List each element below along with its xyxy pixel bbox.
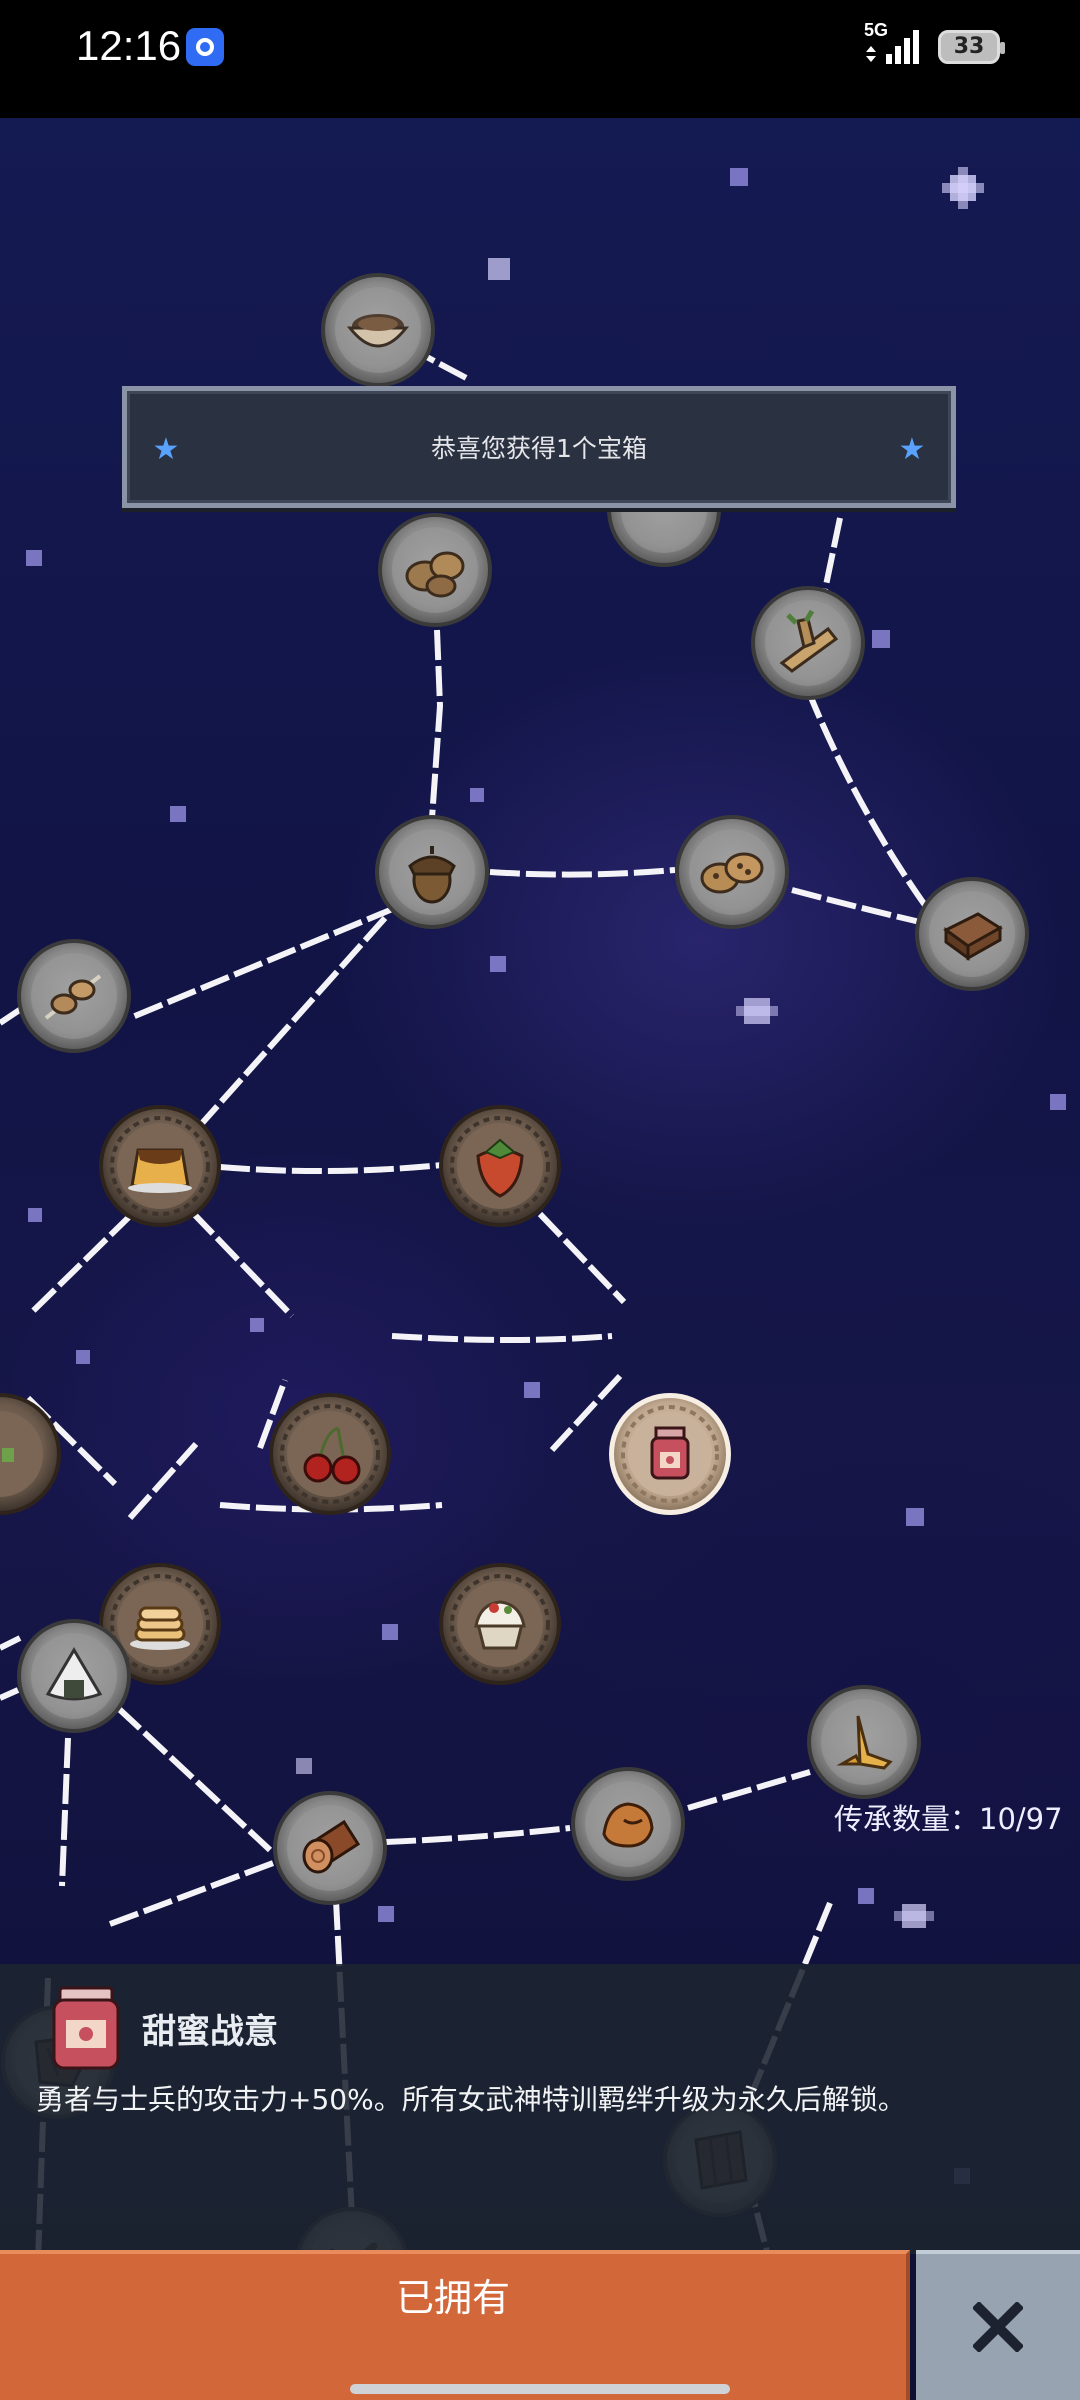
reward-notice-banner: ★ 恭喜您获得1个宝箱 ★: [122, 386, 956, 508]
node-pudding[interactable]: [99, 1105, 221, 1227]
status-bar: 12:16 5G 33: [0, 0, 1080, 118]
legacy-tree-view[interactable]: ★ 恭喜您获得1个宝箱 ★ 传承数量：10/97 甜蜜战意 勇者与士兵的攻击力+…: [0, 118, 1080, 2400]
home-indicator[interactable]: [350, 2384, 730, 2394]
node-cream-cake[interactable]: [439, 1563, 561, 1685]
jam-jar-icon: [650, 1426, 690, 1480]
cream-cake-icon: [474, 1600, 526, 1650]
jam-jar-icon: [52, 1986, 120, 2070]
node-left-partial[interactable]: [0, 1393, 61, 1515]
pudding-icon: [128, 1148, 192, 1193]
node-chocolate[interactable]: [915, 877, 1029, 991]
node-chestnut[interactable]: [571, 1767, 685, 1881]
app-notification-icon: [186, 28, 224, 66]
close-button[interactable]: [916, 2250, 1080, 2400]
node-onigiri[interactable]: [17, 1619, 131, 1733]
close-icon: [973, 2302, 1023, 2352]
owned-button[interactable]: 已拥有: [0, 2250, 910, 2400]
node-strawberry[interactable]: [439, 1105, 561, 1227]
clock: 12:16: [76, 22, 182, 69]
legacy-count-label: 传承数量：10/97: [834, 1802, 1063, 1836]
node-description: 勇者与士兵的攻击力+50%。所有女武神特训羁绊升级为永久后解锁。: [36, 2083, 906, 2116]
node-jam-selected[interactable]: [609, 1393, 731, 1515]
node-potato[interactable]: [378, 513, 492, 627]
signal-strength-icon: [866, 30, 919, 64]
node-title: 甜蜜战意: [142, 2012, 278, 2052]
node-cherry[interactable]: [269, 1393, 391, 1515]
node-ginger[interactable]: [751, 586, 865, 700]
reward-notice-text: 恭喜您获得1个宝箱: [431, 434, 647, 463]
star-icon: ★: [898, 432, 926, 467]
pancakes-icon: [130, 1606, 190, 1650]
node-carrot[interactable]: [807, 1685, 921, 1799]
battery-icon: 33: [938, 30, 1005, 64]
food-icon: [2, 1448, 14, 1462]
node-log[interactable]: [273, 1791, 387, 1905]
node-bowl[interactable]: [321, 273, 435, 387]
node-skewer[interactable]: [17, 939, 131, 1053]
node-acorn[interactable]: [375, 815, 489, 929]
node-cookies[interactable]: [675, 815, 789, 929]
